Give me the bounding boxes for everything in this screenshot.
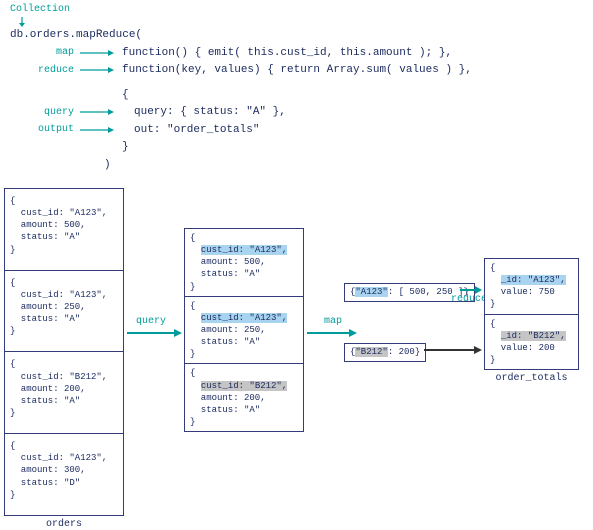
queried-doc: { cust_id: "B212", amount: 200, status: … xyxy=(184,363,304,432)
reduce-code: function(key, values) { return Array.sum… xyxy=(122,62,472,79)
arrow-right-icon xyxy=(80,66,114,74)
output-doc: { _id: "B212", value: 200 } xyxy=(484,314,579,371)
map-output-b: {"B212": 200} xyxy=(344,343,426,362)
orders-doc: { cust_id: "A123", amount: 300, status: … xyxy=(4,433,124,516)
collection-arrow-icon xyxy=(18,17,32,27)
reduce-label: reduce xyxy=(10,63,80,78)
orders-caption: orders xyxy=(4,519,124,530)
code-header: Collection db.orders.mapReduce( map func… xyxy=(10,2,570,174)
map-label: map xyxy=(10,45,80,60)
options-open: { xyxy=(122,87,129,104)
reduce-flow-label: reduce xyxy=(451,294,487,305)
output-doc: { _id: "A123", value: 750 } xyxy=(484,258,579,315)
query-label: query xyxy=(10,105,80,120)
orders-doc: { cust_id: "A123", amount: 500, status: … xyxy=(4,188,124,271)
main-call: db.orders.mapReduce( xyxy=(10,27,570,44)
close-paren: ) xyxy=(104,157,111,174)
arrow-right-icon xyxy=(80,126,114,134)
arrow-right-icon xyxy=(460,285,482,295)
arrow-right-icon xyxy=(307,328,357,338)
orders-column: { cust_id: "A123", amount: 500, status: … xyxy=(4,188,124,530)
options-close: } xyxy=(122,139,129,156)
arrow-right-icon xyxy=(424,345,482,355)
arrow-right-icon xyxy=(80,49,114,57)
collection-label: Collection xyxy=(10,2,570,17)
map-flow-label: map xyxy=(324,316,342,327)
queried-doc: { cust_id: "A123", amount: 500, status: … xyxy=(184,228,304,297)
arrow-right-icon xyxy=(127,328,182,338)
orders-doc: { cust_id: "A123", amount: 250, status: … xyxy=(4,270,124,353)
map-code: function() { emit( this.cust_id, this.am… xyxy=(122,45,452,62)
output-column: { _id: "A123", value: 750 } { _id: "B212… xyxy=(484,258,579,384)
orders-doc: { cust_id: "B212", amount: 200, status: … xyxy=(4,351,124,434)
output-code: out: "order_totals" xyxy=(122,122,259,139)
mapreduce-diagram: { cust_id: "A123", amount: 500, status: … xyxy=(4,188,589,493)
queried-doc: { cust_id: "A123", amount: 250, status: … xyxy=(184,296,304,365)
arrow-right-icon xyxy=(80,108,114,116)
output-label: output xyxy=(10,122,80,137)
query-code: query: { status: "A" }, xyxy=(122,104,286,121)
query-flow-label: query xyxy=(136,316,166,327)
queried-column: { cust_id: "A123", amount: 500, status: … xyxy=(184,228,304,431)
output-caption: order_totals xyxy=(484,373,579,384)
